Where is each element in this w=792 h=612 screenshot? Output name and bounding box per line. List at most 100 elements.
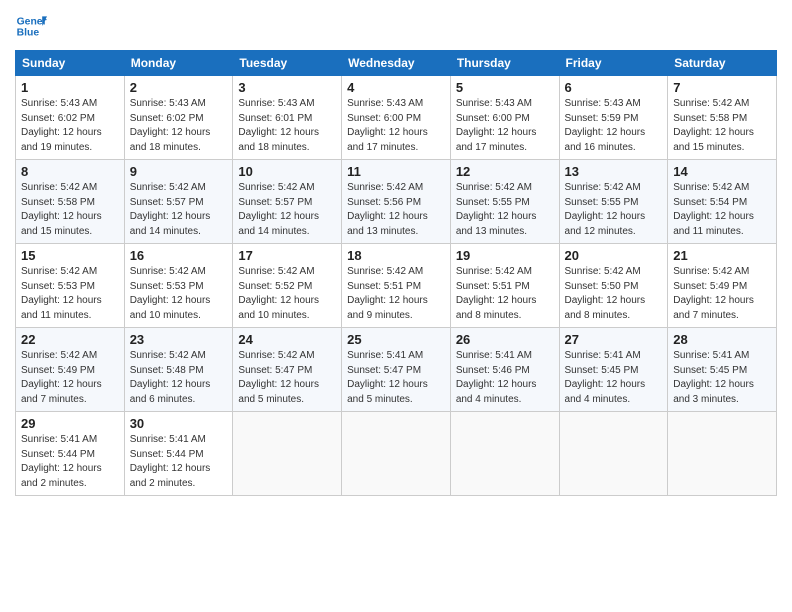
day-info: Sunrise: 5:42 AMSunset: 5:58 PMDaylight:… [21, 181, 119, 239]
day-cell-6: 6 Sunrise: 5:43 AMSunset: 5:59 PMDaylight… [559, 76, 668, 160]
day-number: 26 [456, 332, 554, 347]
day-number: 9 [130, 164, 228, 179]
day-number: 21 [673, 248, 771, 263]
day-number: 20 [565, 248, 663, 263]
day-info: Sunrise: 5:42 AMSunset: 5:48 PMDaylight:… [130, 349, 228, 407]
day-info: Sunrise: 5:42 AMSunset: 5:49 PMDaylight:… [21, 349, 119, 407]
day-info: Sunrise: 5:43 AMSunset: 6:01 PMDaylight:… [238, 97, 336, 155]
day-cell-20: 20 Sunrise: 5:42 AMSunset: 5:50 PMDayligh… [559, 244, 668, 328]
day-number: 30 [130, 416, 228, 431]
header-saturday: Saturday [668, 51, 777, 76]
day-number: 28 [673, 332, 771, 347]
header-friday: Friday [559, 51, 668, 76]
day-info: Sunrise: 5:43 AMSunset: 6:00 PMDaylight:… [456, 97, 554, 155]
day-number: 24 [238, 332, 336, 347]
week-row-5: 29 Sunrise: 5:41 AMSunset: 5:44 PMDayligh… [16, 412, 777, 496]
week-row-1: 1 Sunrise: 5:43 AMSunset: 6:02 PMDaylight… [16, 76, 777, 160]
day-number: 23 [130, 332, 228, 347]
day-cell-25: 25 Sunrise: 5:41 AMSunset: 5:47 PMDayligh… [342, 328, 451, 412]
day-number: 17 [238, 248, 336, 263]
day-info: Sunrise: 5:42 AMSunset: 5:54 PMDaylight:… [673, 181, 771, 239]
day-cell-17: 17 Sunrise: 5:42 AMSunset: 5:52 PMDayligh… [233, 244, 342, 328]
day-info: Sunrise: 5:43 AMSunset: 5:59 PMDaylight:… [565, 97, 663, 155]
day-number: 22 [21, 332, 119, 347]
svg-text:Blue: Blue [17, 28, 40, 39]
header-wednesday: Wednesday [342, 51, 451, 76]
day-cell-16: 16Sunrise: 5:42 AMSunset: 5:53 PMDayligh… [124, 244, 233, 328]
day-cell-26: 26 Sunrise: 5:41 AMSunset: 5:46 PMDayligh… [450, 328, 559, 412]
day-cell-19: 19 Sunrise: 5:42 AMSunset: 5:51 PMDayligh… [450, 244, 559, 328]
day-number: 2 [130, 80, 228, 95]
day-number: 5 [456, 80, 554, 95]
day-cell-21: 21 Sunrise: 5:42 AMSunset: 5:49 PMDayligh… [668, 244, 777, 328]
day-cell-28: 28 Sunrise: 5:41 AMSunset: 5:45 PMDayligh… [668, 328, 777, 412]
day-cell-8: 8 Sunrise: 5:42 AMSunset: 5:58 PMDaylight… [16, 160, 125, 244]
day-cell-12: 12Sunrise: 5:42 AMSunset: 5:55 PMDayligh… [450, 160, 559, 244]
day-cell-29: 29 Sunrise: 5:41 AMSunset: 5:44 PMDayligh… [16, 412, 125, 496]
day-info: Sunrise: 5:42 AMSunset: 5:56 PMDaylight:… [347, 181, 445, 239]
day-number: 19 [456, 248, 554, 263]
day-number: 12 [456, 164, 554, 179]
day-info: Sunrise: 5:41 AMSunset: 5:46 PMDaylight:… [456, 349, 554, 407]
empty-cell [559, 412, 668, 496]
day-info: Sunrise: 5:42 AMSunset: 5:53 PMDaylight:… [21, 265, 119, 323]
day-number: 1 [21, 80, 119, 95]
day-cell-23: 23 Sunrise: 5:42 AMSunset: 5:48 PMDayligh… [124, 328, 233, 412]
day-cell-30: 30 Sunrise: 5:41 AMSunset: 5:44 PMDayligh… [124, 412, 233, 496]
day-info: Sunrise: 5:42 AMSunset: 5:50 PMDaylight:… [565, 265, 663, 323]
header-tuesday: Tuesday [233, 51, 342, 76]
empty-cell [450, 412, 559, 496]
day-number: 29 [21, 416, 119, 431]
day-number: 8 [21, 164, 119, 179]
calendar-table: SundayMondayTuesdayWednesdayThursdayFrid… [15, 50, 777, 496]
day-info: Sunrise: 5:42 AMSunset: 5:55 PMDaylight:… [565, 181, 663, 239]
day-info: Sunrise: 5:42 AMSunset: 5:57 PMDaylight:… [130, 181, 228, 239]
page-header: General Blue [15, 10, 777, 42]
empty-cell [342, 412, 451, 496]
day-number: 13 [565, 164, 663, 179]
day-cell-11: 11 Sunrise: 5:42 AMSunset: 5:56 PMDayligh… [342, 160, 451, 244]
day-info: Sunrise: 5:41 AMSunset: 5:44 PMDaylight:… [130, 433, 228, 491]
week-row-4: 22 Sunrise: 5:42 AMSunset: 5:49 PMDayligh… [16, 328, 777, 412]
day-cell-9: 9 Sunrise: 5:42 AMSunset: 5:57 PMDaylight… [124, 160, 233, 244]
day-number: 18 [347, 248, 445, 263]
day-number: 6 [565, 80, 663, 95]
empty-cell [233, 412, 342, 496]
day-info: Sunrise: 5:42 AMSunset: 5:52 PMDaylight:… [238, 265, 336, 323]
day-info: Sunrise: 5:41 AMSunset: 5:47 PMDaylight:… [347, 349, 445, 407]
day-info: Sunrise: 5:42 AMSunset: 5:49 PMDaylight:… [673, 265, 771, 323]
day-number: 16 [130, 248, 228, 263]
day-cell-10: 10 Sunrise: 5:42 AMSunset: 5:57 PMDayligh… [233, 160, 342, 244]
day-info: Sunrise: 5:41 AMSunset: 5:45 PMDaylight:… [565, 349, 663, 407]
day-info: Sunrise: 5:42 AMSunset: 5:51 PMDaylight:… [456, 265, 554, 323]
day-number: 15 [21, 248, 119, 263]
header-thursday: Thursday [450, 51, 559, 76]
day-cell-27: 27Sunrise: 5:41 AMSunset: 5:45 PMDayligh… [559, 328, 668, 412]
day-cell-4: 4Sunrise: 5:43 AMSunset: 6:00 PMDaylight… [342, 76, 451, 160]
day-number: 14 [673, 164, 771, 179]
header-row: SundayMondayTuesdayWednesdayThursdayFrid… [16, 51, 777, 76]
logo-icon: General Blue [15, 10, 47, 42]
day-info: Sunrise: 5:41 AMSunset: 5:45 PMDaylight:… [673, 349, 771, 407]
day-cell-7: 7 Sunrise: 5:42 AMSunset: 5:58 PMDaylight… [668, 76, 777, 160]
day-cell-18: 18 Sunrise: 5:42 AMSunset: 5:51 PMDayligh… [342, 244, 451, 328]
day-cell-14: 14 Sunrise: 5:42 AMSunset: 5:54 PMDayligh… [668, 160, 777, 244]
week-row-2: 8 Sunrise: 5:42 AMSunset: 5:58 PMDaylight… [16, 160, 777, 244]
day-info: Sunrise: 5:42 AMSunset: 5:51 PMDaylight:… [347, 265, 445, 323]
day-cell-22: 22 Sunrise: 5:42 AMSunset: 5:49 PMDayligh… [16, 328, 125, 412]
day-info: Sunrise: 5:41 AMSunset: 5:44 PMDaylight:… [21, 433, 119, 491]
day-info: Sunrise: 5:42 AMSunset: 5:47 PMDaylight:… [238, 349, 336, 407]
day-number: 25 [347, 332, 445, 347]
day-number: 11 [347, 164, 445, 179]
day-cell-24: 24 Sunrise: 5:42 AMSunset: 5:47 PMDayligh… [233, 328, 342, 412]
day-number: 7 [673, 80, 771, 95]
day-cell-1: 1 Sunrise: 5:43 AMSunset: 6:02 PMDaylight… [16, 76, 125, 160]
day-cell-2: 2 Sunrise: 5:43 AMSunset: 6:02 PMDaylight… [124, 76, 233, 160]
logo: General Blue [15, 10, 47, 42]
day-info: Sunrise: 5:43 AMSunset: 6:02 PMDaylight:… [21, 97, 119, 155]
day-info: Sunrise: 5:42 AMSunset: 5:57 PMDaylight:… [238, 181, 336, 239]
day-info: Sunrise: 5:43 AMSunset: 6:02 PMDaylight:… [130, 97, 228, 155]
day-info: Sunrise: 5:43 AMSunset: 6:00 PMDaylight:… [347, 97, 445, 155]
day-info: Sunrise: 5:42 AMSunset: 5:58 PMDaylight:… [673, 97, 771, 155]
day-number: 10 [238, 164, 336, 179]
